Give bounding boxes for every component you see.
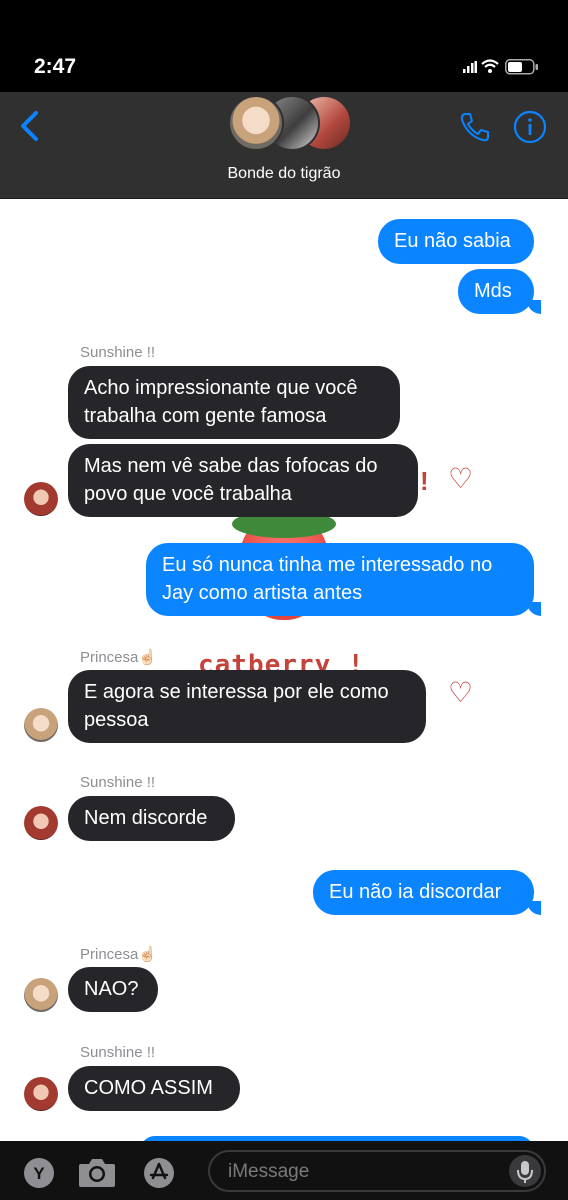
message-input-placeholder: iMessage	[228, 1161, 310, 1182]
message-bubble-outgoing[interactable]: Mds	[458, 269, 534, 314]
message-bubble-incoming[interactable]: NAO?	[68, 967, 158, 1012]
cellular-signal-icon	[463, 61, 477, 73]
chevron-left-icon[interactable]	[18, 110, 40, 142]
message-bubble-incoming[interactable]: Acho impressionante que você trabalha co…	[68, 366, 400, 439]
status-bar	[0, 0, 568, 92]
heart-sticker: ♡	[448, 677, 474, 708]
group-avatar[interactable]	[228, 95, 284, 151]
heart-sticker: ♡	[448, 463, 474, 494]
memoji-app-icon[interactable]: Y	[22, 1156, 56, 1190]
message-bubble-incoming[interactable]: Mas nem vê sabe das fofocas do povo que …	[68, 444, 418, 517]
app-store-icon[interactable]	[142, 1156, 176, 1190]
sender-avatar[interactable]	[24, 978, 58, 1012]
sender-avatar[interactable]	[24, 806, 58, 840]
exclaim-sticker: !	[420, 466, 429, 496]
sender-name: Sunshine !!	[80, 344, 156, 361]
camera-icon[interactable]	[78, 1155, 116, 1189]
status-time: 2:47	[34, 55, 77, 78]
sender-name: Sunshine !!	[80, 774, 156, 791]
message-bubble-incoming[interactable]: Nem discorde	[68, 796, 235, 841]
message-bubble-outgoing[interactable]: Eu não sabia	[378, 219, 534, 264]
sender-name: Princesa☝🏻	[80, 649, 158, 666]
sender-avatar[interactable]	[24, 1077, 58, 1111]
message-bubble-incoming[interactable]: E agora se interessa por ele como pessoa	[68, 670, 426, 743]
message-bubble-outgoing[interactable]: Eu só nunca tinha me interessado no Jay …	[146, 543, 534, 616]
sender-avatar[interactable]	[24, 482, 58, 516]
bubble-tail	[527, 901, 541, 915]
svg-text:Y: Y	[33, 1164, 45, 1183]
phone-icon[interactable]	[458, 110, 492, 144]
battery-icon	[505, 59, 538, 75]
bubble-tail	[527, 602, 541, 616]
bubble-tail	[527, 300, 541, 314]
conversation-title[interactable]: Bonde do tigrão	[0, 165, 568, 183]
message-bubble-incoming[interactable]: COMO ASSIM	[68, 1066, 240, 1111]
wifi-icon	[481, 59, 499, 73]
sender-avatar[interactable]	[24, 708, 58, 742]
info-icon[interactable]	[513, 110, 547, 144]
sender-name: Sunshine !!	[80, 1044, 156, 1061]
microphone-icon[interactable]	[508, 1153, 542, 1189]
sender-name: Princesa☝🏻	[80, 946, 158, 963]
message-bubble-outgoing[interactable]: Eu não ia discordar	[313, 870, 534, 915]
